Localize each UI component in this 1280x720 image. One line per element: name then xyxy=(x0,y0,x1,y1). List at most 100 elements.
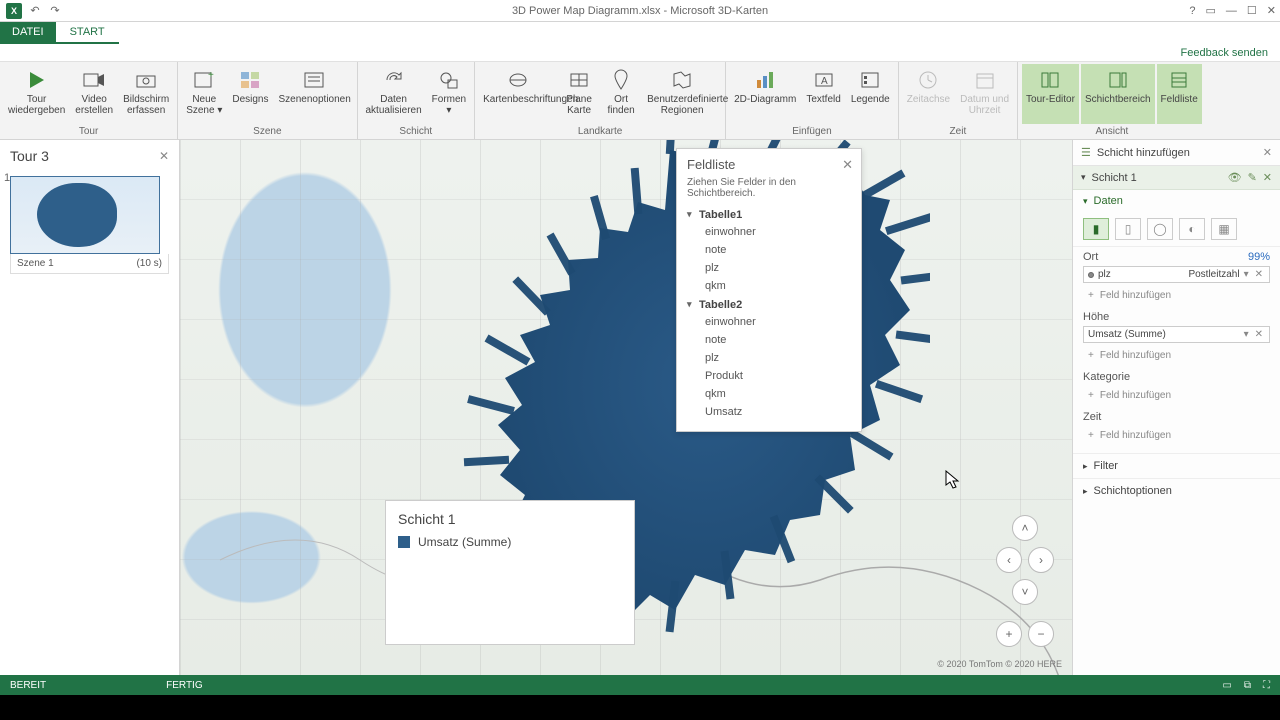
zoom-out-button[interactable]: − xyxy=(1028,621,1054,647)
field-list-title: Feldliste xyxy=(687,157,735,173)
map-canvas[interactable]: Schicht 1 Umsatz (Summe) ˄ ‹ › ˅ + − © 2… xyxy=(180,140,1072,675)
screenshot-button[interactable]: Bildschirm erfassen xyxy=(119,64,173,124)
field-item[interactable]: Produkt xyxy=(677,367,861,385)
shapes-button[interactable]: Formen ▾ xyxy=(428,64,470,124)
legend-swatch xyxy=(398,536,410,548)
tilt-down-button[interactable]: ˅ xyxy=(1012,579,1038,605)
undo-icon[interactable]: ↶ xyxy=(28,4,42,18)
field-item[interactable]: note xyxy=(677,241,861,259)
find-location-button[interactable]: Ort finden xyxy=(601,64,641,124)
add-field-kategorie[interactable]: +Feld hinzufügen xyxy=(1083,386,1270,405)
rotate-left-button[interactable]: ‹ xyxy=(996,547,1022,573)
filter-section[interactable]: ▸Filter xyxy=(1073,453,1280,478)
ort-label: Ort xyxy=(1083,251,1098,263)
tab-start[interactable]: START xyxy=(56,22,119,44)
viz-heatmap[interactable]: ◐ xyxy=(1179,218,1205,240)
designs-icon xyxy=(234,66,266,94)
help-icon[interactable]: ? xyxy=(1189,5,1195,17)
visibility-icon[interactable]: 👁 xyxy=(1228,171,1242,184)
ribbon-group-scene: Szene xyxy=(182,124,352,139)
viz-region[interactable]: ▦ xyxy=(1211,218,1237,240)
view-mode-2-icon[interactable]: ⧉ xyxy=(1244,680,1251,691)
view-mode-1-icon[interactable]: ▭ xyxy=(1222,680,1231,691)
remove-field-icon[interactable]: ✕ xyxy=(1253,329,1265,340)
play-tour-button[interactable]: Tour wiedergeben xyxy=(4,64,69,124)
tilt-up-button[interactable]: ˄ xyxy=(1012,515,1038,541)
table-header-2[interactable]: Tabelle2 xyxy=(677,295,861,313)
field-item[interactable]: einwohner xyxy=(677,223,861,241)
textbox-button[interactable]: ATextfeld xyxy=(802,64,844,124)
hoehe-field-chip[interactable]: Umsatz (Summe) ▾ ✕ xyxy=(1083,326,1270,343)
legend-button[interactable]: Legende xyxy=(847,64,894,124)
field-list-hint: Ziehen Sie Felder in den Schichtbereich. xyxy=(677,177,861,205)
scene-thumbnail[interactable]: 1 Szene 1 (10 s) xyxy=(10,176,169,274)
rotate-right-button[interactable]: › xyxy=(1028,547,1054,573)
legend-icon xyxy=(854,66,886,94)
viz-stacked-column[interactable]: ▮ xyxy=(1083,218,1109,240)
field-item[interactable]: qkm xyxy=(677,277,861,295)
remove-field-icon[interactable]: ✕ xyxy=(1253,269,1265,280)
add-layer-button[interactable]: Schicht hinzufügen xyxy=(1097,147,1257,159)
refresh-data-button[interactable]: Daten aktualisieren xyxy=(362,64,426,124)
flat-map-button[interactable]: Plane Karte xyxy=(559,64,599,124)
table-header-1[interactable]: Tabelle1 xyxy=(677,205,861,223)
chevron-down-icon[interactable]: ▾ xyxy=(1244,269,1249,280)
zeit-label: Zeit xyxy=(1083,411,1101,423)
close-field-list-icon[interactable]: ✕ xyxy=(842,157,853,173)
pin-icon xyxy=(605,66,637,94)
create-video-button[interactable]: Video erstellen xyxy=(71,64,117,124)
close-window-icon[interactable]: ✕ xyxy=(1267,4,1276,17)
designs-button[interactable]: Designs xyxy=(228,64,272,124)
hoehe-label: Höhe xyxy=(1083,311,1109,323)
field-item[interactable]: einwohner xyxy=(677,313,861,331)
field-item[interactable]: Umsatz xyxy=(677,403,861,421)
window-title: 3D Power Map Diagramm.xlsx - Microsoft 3… xyxy=(512,5,768,17)
minimize-icon[interactable]: — xyxy=(1226,5,1237,17)
flat-map-icon xyxy=(563,66,595,94)
view-mode-3-icon[interactable]: ⛶ xyxy=(1263,680,1270,691)
field-list-panel[interactable]: Feldliste ✕ Ziehen Sie Felder in den Schi… xyxy=(676,148,862,432)
field-item[interactable]: qkm xyxy=(677,385,861,403)
2d-chart-button[interactable]: 2D-Diagramm xyxy=(730,64,800,124)
map-labels-button[interactable]: Kartenbeschriftungen xyxy=(479,64,557,124)
expand-icon[interactable]: ▾ xyxy=(1083,196,1088,207)
custom-regions-button[interactable]: Benutzerdefinierte Regionen xyxy=(643,64,721,124)
add-field-zeit[interactable]: +Feld hinzufügen xyxy=(1083,426,1270,445)
maximize-icon[interactable]: ☐ xyxy=(1247,4,1257,17)
field-list-toggle[interactable]: Feldliste xyxy=(1157,64,1202,124)
map-legend[interactable]: Schicht 1 Umsatz (Summe) xyxy=(385,500,635,645)
field-item[interactable]: plz xyxy=(677,259,861,277)
layers-icon: ☰ xyxy=(1081,146,1091,159)
scene-duration: (10 s) xyxy=(136,258,162,269)
regions-icon xyxy=(666,66,698,94)
new-scene-button[interactable]: +Neue Szene ▾ xyxy=(182,64,226,124)
redo-icon[interactable]: ↷ xyxy=(48,4,62,18)
scene-options-button[interactable]: Szenenoptionen xyxy=(275,64,353,124)
field-item[interactable]: plz xyxy=(677,349,861,367)
collapse-layer-icon[interactable]: ▾ xyxy=(1081,172,1086,183)
ribbon-toggle-icon[interactable]: ▭ xyxy=(1206,4,1216,17)
tour-editor-toggle[interactable]: Tour-Editor xyxy=(1022,64,1079,124)
add-field-ort[interactable]: +Feld hinzufügen xyxy=(1083,286,1270,305)
feedback-link[interactable]: Feedback senden xyxy=(0,44,1280,62)
delete-layer-icon[interactable]: ✕ xyxy=(1263,171,1272,184)
add-field-hoehe[interactable]: +Feld hinzufügen xyxy=(1083,346,1270,365)
status-done: FERTIG xyxy=(166,680,202,691)
field-item[interactable]: note xyxy=(677,331,861,349)
zoom-in-button[interactable]: + xyxy=(996,621,1022,647)
geocode-pct[interactable]: 99% xyxy=(1248,251,1270,263)
layer-options-section[interactable]: ▸Schichtoptionen xyxy=(1073,478,1280,503)
close-layer-pane-icon[interactable]: ✕ xyxy=(1263,146,1272,159)
ort-field-chip[interactable]: plz Postleitzahl ▾ ✕ xyxy=(1083,266,1270,283)
status-bar: BEREIT FERTIG ▭ ⧉ ⛶ xyxy=(0,675,1280,695)
chevron-down-icon[interactable]: ▾ xyxy=(1244,329,1249,340)
viz-bubble[interactable]: ◯ xyxy=(1147,218,1173,240)
close-tour-pane-icon[interactable]: ✕ xyxy=(159,149,169,163)
rename-icon[interactable]: ✎ xyxy=(1248,171,1257,184)
tab-file[interactable]: DATEI xyxy=(0,22,56,44)
tour-editor-icon xyxy=(1034,66,1066,94)
legend-item: Umsatz (Summe) xyxy=(418,535,511,549)
layer-name[interactable]: Schicht 1 xyxy=(1092,172,1222,184)
layer-pane-toggle[interactable]: Schichtbereich xyxy=(1081,64,1155,124)
viz-clustered-column[interactable]: ▯ xyxy=(1115,218,1141,240)
